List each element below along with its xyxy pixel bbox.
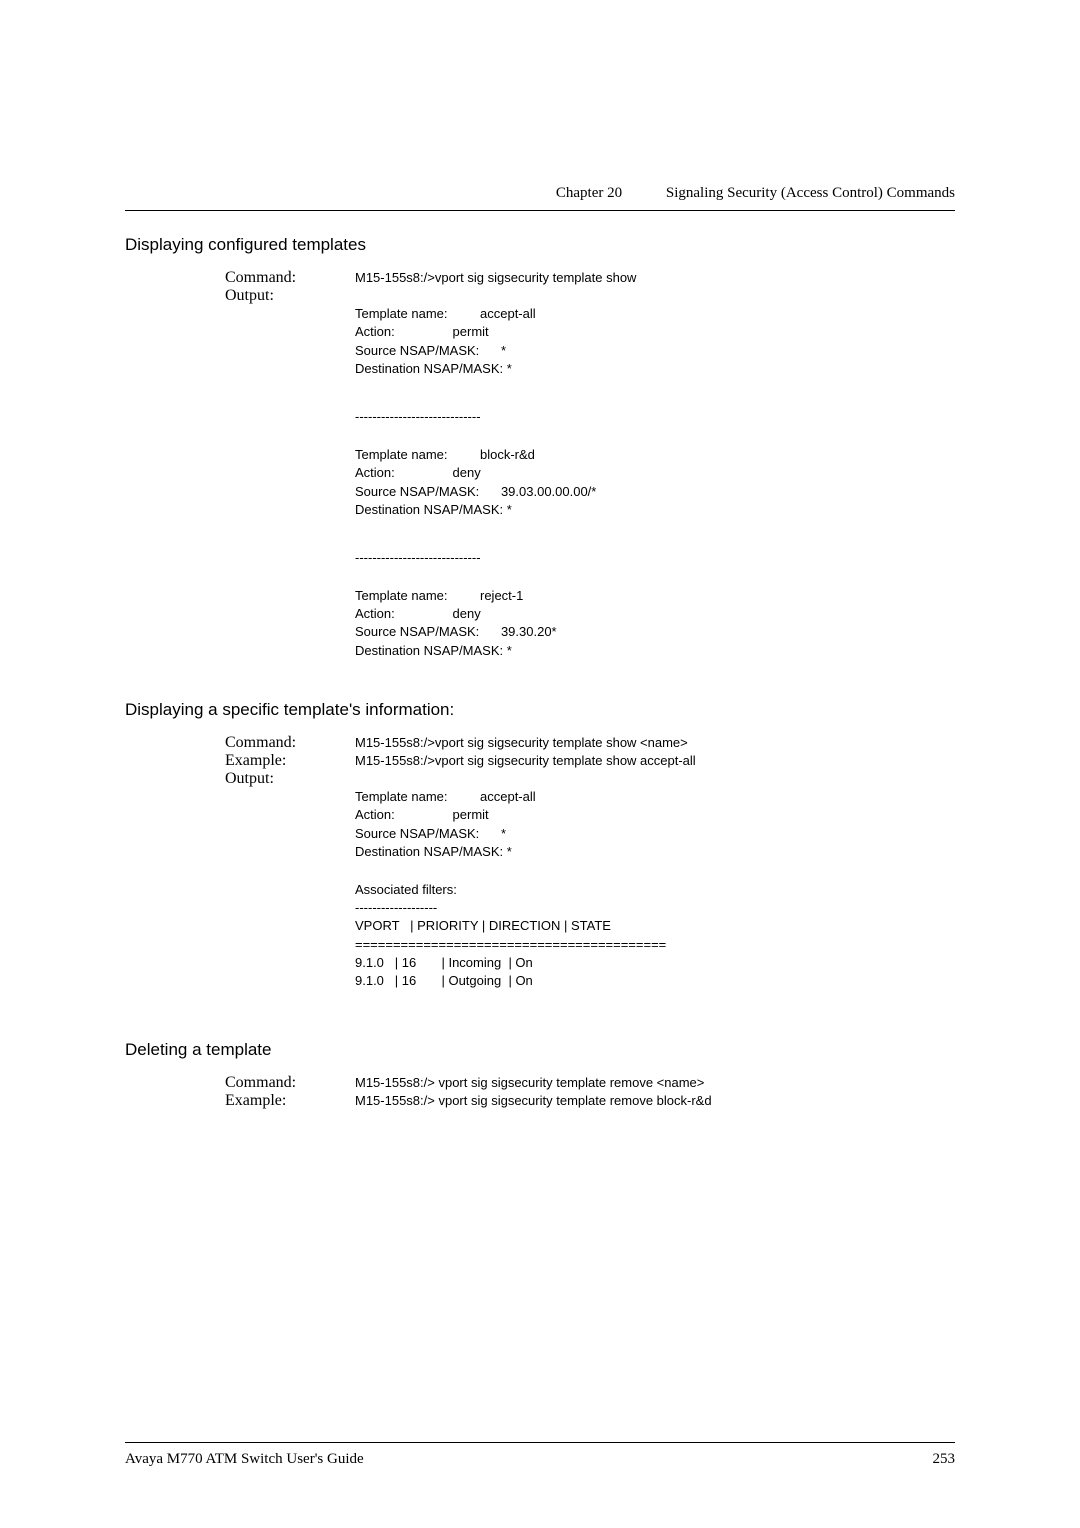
page-footer: Avaya M770 ATM Switch User's Guide 253 <box>125 1442 955 1468</box>
page-header: Chapter 20 Signaling Security (Access Co… <box>125 185 955 211</box>
dash-line: ------------------- <box>355 899 955 917</box>
template-block-4: Template name: accept-all Action: permit… <box>355 788 955 861</box>
command-label: Command: <box>225 1074 355 1092</box>
example-row: Example: M15-155s8:/> vport sig sigsecur… <box>225 1092 955 1110</box>
command-value: M15-155s8:/>vport sig sigsecurity templa… <box>355 269 636 287</box>
command-value: M15-155s8:/> vport sig sigsecurity templ… <box>355 1074 704 1092</box>
associated-filters-label: Associated filters: <box>355 881 955 899</box>
command-row: Command: M15-155s8:/>vport sig sigsecuri… <box>225 734 955 752</box>
filter-table-header: VPORT | PRIORITY | DIRECTION | STATE <box>355 917 955 935</box>
command-label: Command: <box>225 734 355 752</box>
separator-2: ----------------------------- <box>355 549 955 567</box>
section-heading-deleting-template: Deleting a template <box>125 1040 955 1060</box>
command-label: Command: <box>225 269 355 287</box>
template-block-1: Template name: accept-all Action: permit… <box>355 305 955 378</box>
section-heading-display-templates: Displaying configured templates <box>125 235 955 255</box>
footer-page-number: 253 <box>933 1451 956 1468</box>
footer-left: Avaya M770 ATM Switch User's Guide <box>125 1451 364 1468</box>
output-label: Output: <box>225 770 355 788</box>
eq-line: ========================================… <box>355 936 955 954</box>
filter-table-rows: 9.1.0 | 16 | Incoming | On 9.1.0 | 16 | … <box>355 954 955 990</box>
example-label: Example: <box>225 752 355 770</box>
example-value: M15-155s8:/> vport sig sigsecurity templ… <box>355 1092 712 1110</box>
output-row: Output: <box>225 770 955 788</box>
command-value: M15-155s8:/>vport sig sigsecurity templa… <box>355 734 688 752</box>
chapter-title: Signaling Security (Access Control) Comm… <box>666 185 955 201</box>
content-area: Displaying configured templates Command:… <box>125 235 955 1110</box>
separator-1: ----------------------------- <box>355 408 955 426</box>
command-row: Command: M15-155s8:/>vport sig sigsecuri… <box>225 269 955 287</box>
chapter-label: Chapter 20 <box>556 185 622 201</box>
example-label: Example: <box>225 1092 355 1110</box>
output-label: Output: <box>225 287 355 305</box>
example-value: M15-155s8:/>vport sig sigsecurity templa… <box>355 752 696 770</box>
example-row: Example: M15-155s8:/>vport sig sigsecuri… <box>225 752 955 770</box>
output-row: Output: <box>225 287 955 305</box>
command-row: Command: M15-155s8:/> vport sig sigsecur… <box>225 1074 955 1092</box>
template-block-3: Template name: reject-1 Action: deny Sou… <box>355 587 955 660</box>
template-block-2: Template name: block-r&d Action: deny So… <box>355 446 955 519</box>
section-heading-specific-template: Displaying a specific template's informa… <box>125 700 955 720</box>
